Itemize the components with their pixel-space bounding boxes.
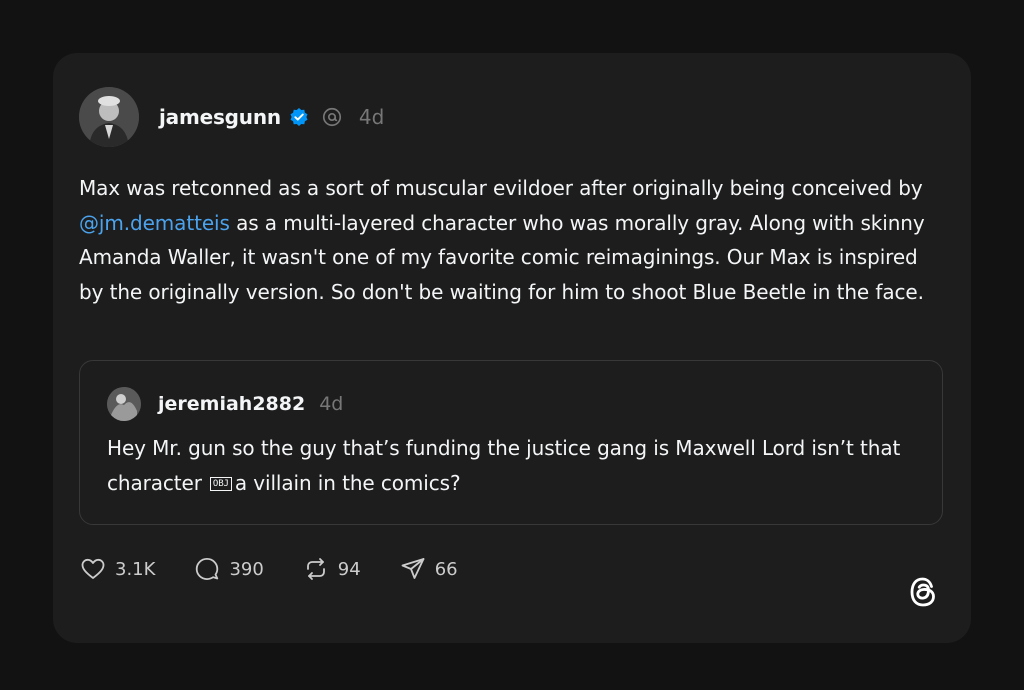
action-bar: 3.1K 390 94 66: [79, 554, 496, 584]
post-text-start: Max was retconned as a sort of muscular …: [79, 176, 923, 200]
quoted-time: 4d: [319, 393, 344, 415]
post-username[interactable]: jamesgunn: [159, 105, 281, 129]
avatar[interactable]: [79, 87, 139, 147]
threads-logo-icon: [905, 574, 941, 610]
comment-bubble-icon: [196, 558, 219, 580]
post-card: jamesgunn 4d Max was retconned as a sort…: [53, 53, 971, 643]
quoted-post[interactable]: jeremiah2882 4d Hey Mr. gun so the guy t…: [79, 360, 943, 525]
reply-count: 390: [229, 558, 264, 580]
repost-count: 94: [337, 558, 361, 580]
post-text: Max was retconned as a sort of muscular …: [79, 171, 947, 309]
like-count: 3.1K: [115, 558, 156, 580]
quoted-text-end: a villain in the comics?: [234, 471, 461, 495]
share-button[interactable]: 66: [399, 555, 458, 583]
send-icon: [401, 558, 425, 579]
mention-link[interactable]: @jm.dematteis: [79, 211, 230, 235]
post-header: jamesgunn 4d: [79, 86, 384, 148]
reply-button[interactable]: 390: [193, 555, 264, 583]
object-replacement-glyph: OBJ: [209, 477, 232, 491]
repost-icon: [306, 558, 325, 580]
post-time: 4d: [358, 105, 385, 129]
threads-logo-icon: [321, 106, 343, 128]
quoted-post-header: jeremiah2882 4d: [107, 387, 343, 421]
repost-button[interactable]: 94: [302, 555, 361, 583]
quoted-avatar[interactable]: [107, 387, 141, 421]
share-count: 66: [434, 558, 458, 580]
verified-badge-icon: [289, 107, 309, 127]
quoted-post-text: Hey Mr. gun so the guy that’s funding th…: [107, 431, 917, 501]
like-button[interactable]: 3.1K: [79, 555, 155, 583]
quoted-username[interactable]: jeremiah2882: [158, 393, 305, 415]
heart-icon: [81, 558, 105, 579]
